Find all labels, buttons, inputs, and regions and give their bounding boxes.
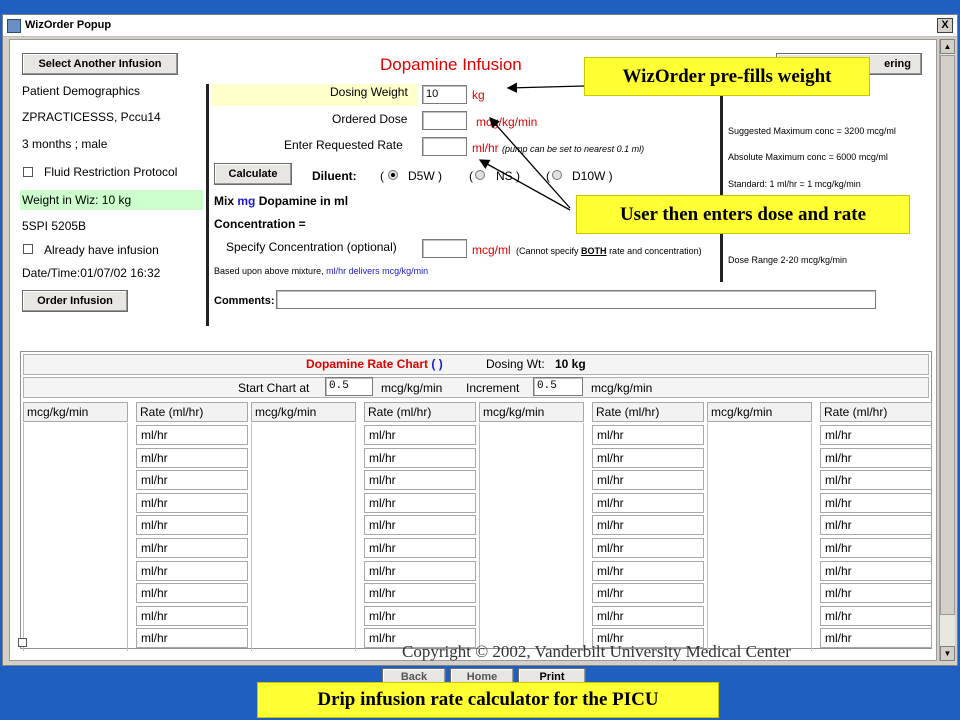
arrow-to-rate (478, 159, 571, 211)
arrow-to-weight (506, 82, 585, 93)
callout-arrows (478, 82, 585, 211)
arrow-to-dose (489, 117, 571, 209)
